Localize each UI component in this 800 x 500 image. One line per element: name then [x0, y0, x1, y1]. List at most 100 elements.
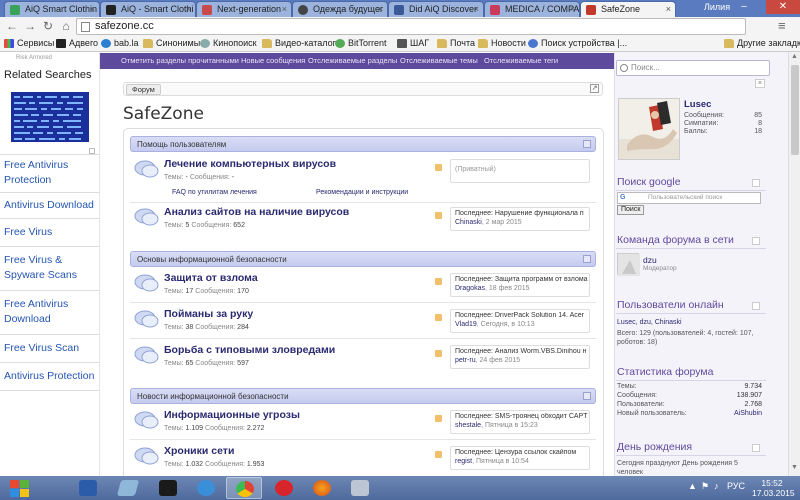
last-post-title[interactable]: Последнее: SMS-троянец обходит CAPT	[455, 413, 589, 420]
tray-volume-icon[interactable]: ♪	[714, 481, 719, 491]
bookmark-kinopoisk[interactable]: Кинопоиск	[200, 38, 257, 48]
last-post-user[interactable]: regist	[455, 458, 472, 465]
bookmark-synonyms[interactable]: Синонимы	[143, 38, 200, 48]
last-post-user[interactable]: petr-ru	[455, 357, 476, 364]
start-button[interactable]	[2, 477, 38, 499]
last-post-user[interactable]: Chinaski	[455, 219, 482, 226]
staff-name[interactable]: dzu	[643, 255, 657, 265]
close-icon[interactable]: ×	[755, 79, 765, 88]
back-arrow-icon[interactable]: ←	[4, 19, 20, 34]
rss-icon[interactable]	[435, 314, 442, 321]
nav-new-posts[interactable]: Новые сообщения	[241, 56, 305, 65]
page-scrollbar[interactable]: ▲ ▼	[788, 52, 800, 476]
tab-aiq-smart-clothing-2[interactable]: AiQ - Smart Clothi ×	[100, 1, 196, 17]
taskbar-notebook[interactable]	[110, 477, 146, 499]
breadcrumb-jump-icon[interactable]: ↗	[590, 84, 599, 93]
last-post-title[interactable]: Последнее: Защита программ от взлома	[455, 276, 589, 283]
rss-icon[interactable]	[435, 278, 442, 285]
online-user-names[interactable]: Lusec, dzu, Chinaski	[617, 318, 765, 327]
taskbar-chrome[interactable]	[226, 477, 262, 499]
tab-safezone[interactable]: SafeZone ×	[580, 1, 676, 17]
avatar[interactable]	[618, 98, 680, 160]
clock[interactable]: 15:52 17.03.2015	[752, 478, 795, 498]
forum-title[interactable]: Борьба с типовыми зловредами	[164, 344, 335, 356]
tray-arrow-icon[interactable]: ▲	[688, 481, 697, 491]
google-search-button[interactable]: Поиск	[617, 205, 645, 215]
staff-avatar[interactable]	[617, 253, 640, 276]
tab-odezhda[interactable]: Одежда будущег ×	[292, 1, 388, 17]
language-indicator[interactable]: РУС	[727, 481, 745, 491]
last-post-user[interactable]: Vlad19	[455, 321, 477, 328]
category-basics[interactable]: Основы информационной безопасности	[130, 251, 596, 267]
category-help[interactable]: Помощь пользователям	[130, 136, 596, 152]
tab-close-icon[interactable]: ×	[186, 4, 191, 14]
collapse-icon[interactable]	[583, 392, 591, 400]
collapse-icon[interactable]	[583, 255, 591, 263]
ad-thumbnail[interactable]	[11, 92, 89, 142]
nav-mark-read[interactable]: Отметить разделы прочитанными	[121, 56, 239, 65]
collapse-icon[interactable]	[752, 444, 760, 452]
taskbar-tools[interactable]	[342, 477, 378, 499]
reload-icon[interactable]: ↻	[40, 19, 56, 34]
tab-close-icon[interactable]: ×	[474, 4, 479, 14]
bookmark-mail[interactable]: Почта	[437, 38, 475, 48]
tab-close-icon[interactable]: ×	[282, 4, 287, 14]
last-post-title[interactable]: Последнее: Цензура ссылок скайпом	[455, 449, 589, 456]
rss-icon[interactable]	[435, 164, 442, 171]
taskbar-word[interactable]	[70, 477, 106, 499]
last-post-title[interactable]: Последнее: Анализ Worm.VBS.Dinihou н	[455, 348, 589, 355]
bookmark-babla[interactable]: bab.la	[101, 38, 139, 48]
bookmark-news[interactable]: Новости	[478, 38, 526, 48]
rss-icon[interactable]	[435, 350, 442, 357]
bookmark-services[interactable]: Сервисы	[4, 38, 54, 48]
subforum-faq[interactable]: FAQ по утилитам лечения	[172, 189, 257, 196]
nav-watched-forums[interactable]: Отслеживаемые разделы	[308, 56, 397, 65]
bookmark-advego[interactable]: Адвего	[56, 38, 98, 48]
ad-link-free-virus-scan[interactable]: Free Virus Scan	[0, 334, 100, 362]
tab-did-aiq-discover[interactable]: Did AiQ Discover ×	[388, 1, 484, 17]
rss-icon[interactable]	[435, 415, 442, 422]
forum-title[interactable]: Лечение компьютерных вирусов	[164, 158, 336, 170]
bookmark-shag[interactable]: ШАГ	[397, 38, 429, 48]
nav-watched-threads[interactable]: Отслеживаемые темы	[400, 56, 478, 65]
ad-link-free-antivirus-download[interactable]: Free Antivirus Download	[0, 290, 100, 334]
rss-icon[interactable]	[435, 451, 442, 458]
tray-flag-icon[interactable]: ⚑	[701, 481, 709, 492]
tab-close-icon[interactable]: ×	[666, 4, 671, 14]
subforum-recommendations[interactable]: Рекомендации и инструкции	[316, 189, 408, 196]
bookmark-video-catalog[interactable]: Видео-каталог	[262, 38, 336, 48]
close-window-button[interactable]: ✕	[766, 0, 800, 14]
nav-watched-tags[interactable]: Отслеживаемые теги	[484, 56, 558, 65]
taskbar-opera[interactable]	[266, 477, 302, 499]
forum-title[interactable]: Информационные угрозы	[164, 409, 300, 421]
collapse-icon[interactable]	[752, 237, 760, 245]
collapse-icon[interactable]	[752, 179, 760, 187]
last-post-user[interactable]: Dragokas	[455, 285, 485, 292]
tab-aiq-smart-clothing-1[interactable]: AiQ Smart Clothin ×	[4, 1, 100, 17]
bookmark-bittorrent[interactable]: BitTorrent	[335, 38, 387, 48]
stat-value[interactable]: AiShubin	[734, 410, 762, 417]
forward-arrow-icon[interactable]: →	[22, 19, 38, 34]
taskbar-advego[interactable]	[150, 477, 186, 499]
taskbar-ie[interactable]	[188, 477, 224, 499]
tab-close-icon[interactable]: ×	[90, 4, 95, 14]
tab-close-icon[interactable]: ×	[570, 4, 575, 14]
ad-link-antivirus-protection[interactable]: Antivirus Protection	[0, 362, 100, 390]
scroll-down-icon[interactable]: ▼	[791, 464, 798, 471]
last-post-user[interactable]: shestale	[455, 422, 481, 429]
tab-close-icon[interactable]: ×	[378, 4, 383, 14]
tab-medica[interactable]: MEDICA / COMPA ×	[484, 1, 580, 17]
home-icon[interactable]: ⌂	[58, 19, 74, 34]
forum-title[interactable]: Анализ сайтов на наличие вирусов	[164, 206, 349, 218]
menu-icon[interactable]: ≡	[778, 18, 786, 33]
search-input[interactable]: Поиск...	[616, 60, 770, 76]
ad-link-antivirus-download[interactable]: Antivirus Download	[0, 192, 100, 218]
ad-link-free-virus[interactable]: Free Virus	[0, 218, 100, 246]
category-news[interactable]: Новости информационной безопасности	[130, 388, 596, 404]
tab-next-generation[interactable]: Next-generation ×	[196, 1, 292, 17]
ad-link-free-virus-spyware-scans[interactable]: Free Virus & Spyware Scans	[0, 246, 100, 290]
collapse-icon[interactable]	[583, 140, 591, 148]
ad-link-free-antivirus-protection[interactable]: Free Antivirus Protection	[0, 154, 100, 191]
last-post-title[interactable]: Последнее: DriverPack Solution 14. Acer	[455, 312, 589, 319]
last-post-title[interactable]: Последнее: Нарушение функционала п	[455, 210, 589, 217]
